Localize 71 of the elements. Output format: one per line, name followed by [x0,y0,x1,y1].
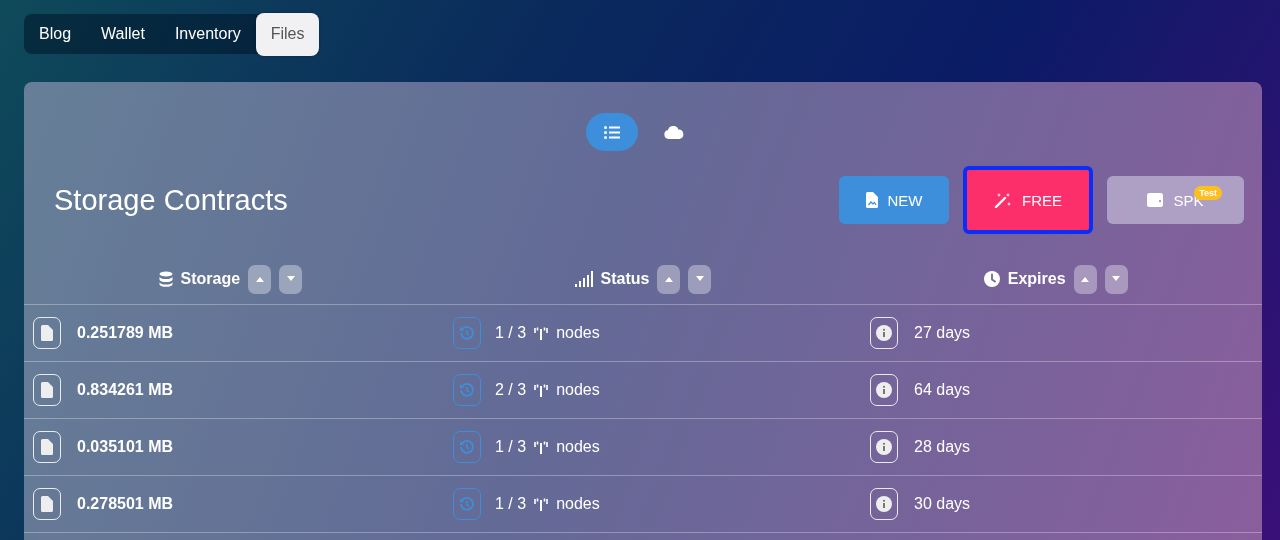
nodes-label: nodes [556,438,600,456]
nav-tab[interactable]: Wallet [86,14,160,54]
antenna-icon [534,383,549,397]
caret-up-icon [1080,276,1091,282]
column-header: Status [600,270,650,288]
cloud-icon [664,125,684,139]
free-button[interactable]: FREE [963,166,1093,234]
info-button[interactable] [870,374,898,406]
storage-size: 0.035101 MB [77,438,174,456]
antenna-icon [534,326,549,340]
sort-down-button[interactable] [279,264,303,294]
file-button[interactable] [33,431,61,463]
node-count: 1 / 3 [495,438,527,456]
nav-tab[interactable]: Inventory [159,14,256,54]
storage-size: 0.834261 MB [77,381,174,399]
sort-up-button[interactable] [1073,264,1097,294]
file-button[interactable] [33,488,61,520]
test-badge: Test [1194,186,1222,200]
sort-down-button[interactable] [688,264,712,294]
caret-down-icon [694,276,705,282]
expires-in: 27 days [914,324,971,342]
file-icon [41,496,53,512]
page-title: Storage Contracts [54,183,288,217]
storage-size: 0.251789 MB [77,324,174,342]
node-count: 2 / 3 [495,381,527,399]
node-count: 1 / 3 [495,324,527,342]
info-icon [876,325,892,341]
list-view-button[interactable] [586,113,638,151]
history-icon [459,325,475,341]
signal-icon [574,271,593,287]
sort-up-button[interactable] [248,264,272,294]
antenna-icon [534,440,549,454]
info-icon [876,439,892,455]
caret-up-icon [663,276,674,282]
column-header: Expires [1007,270,1066,288]
expires-in: 30 days [914,495,971,513]
nav-tab[interactable]: Files [255,12,320,56]
nav-tab[interactable]: Blog [24,14,87,54]
wallet-icon [1147,193,1164,207]
info-icon [876,496,892,512]
antenna-icon [534,497,549,511]
expires-in: 28 days [914,438,971,456]
info-button[interactable] [870,317,898,349]
clock-icon [983,271,1000,287]
nodes-label: nodes [556,495,600,513]
nodes-label: nodes [556,324,600,342]
history-icon [459,439,475,455]
column-header: Storage [180,270,241,288]
info-icon [876,382,892,398]
storage-size: 0.278501 MB [77,495,174,513]
expires-in: 64 days [914,381,971,399]
history-icon [459,382,475,398]
info-button[interactable] [870,488,898,520]
file-icon [41,439,53,455]
list-icon [604,125,620,139]
node-count: 1 / 3 [495,495,527,513]
database-icon [158,271,173,287]
caret-down-icon [1111,276,1122,282]
nodes-label: nodes [556,381,600,399]
info-button[interactable] [870,431,898,463]
file-button[interactable] [33,374,61,406]
sort-up-button[interactable] [657,264,681,294]
caret-down-icon [285,276,296,282]
file-icon [41,382,53,398]
sort-down-button[interactable] [1104,264,1128,294]
caret-up-icon [254,276,265,282]
file-icon [41,325,53,341]
file-icon [865,192,878,208]
magic-wand-icon [994,192,1012,208]
history-icon [459,496,475,512]
file-button[interactable] [33,317,61,349]
